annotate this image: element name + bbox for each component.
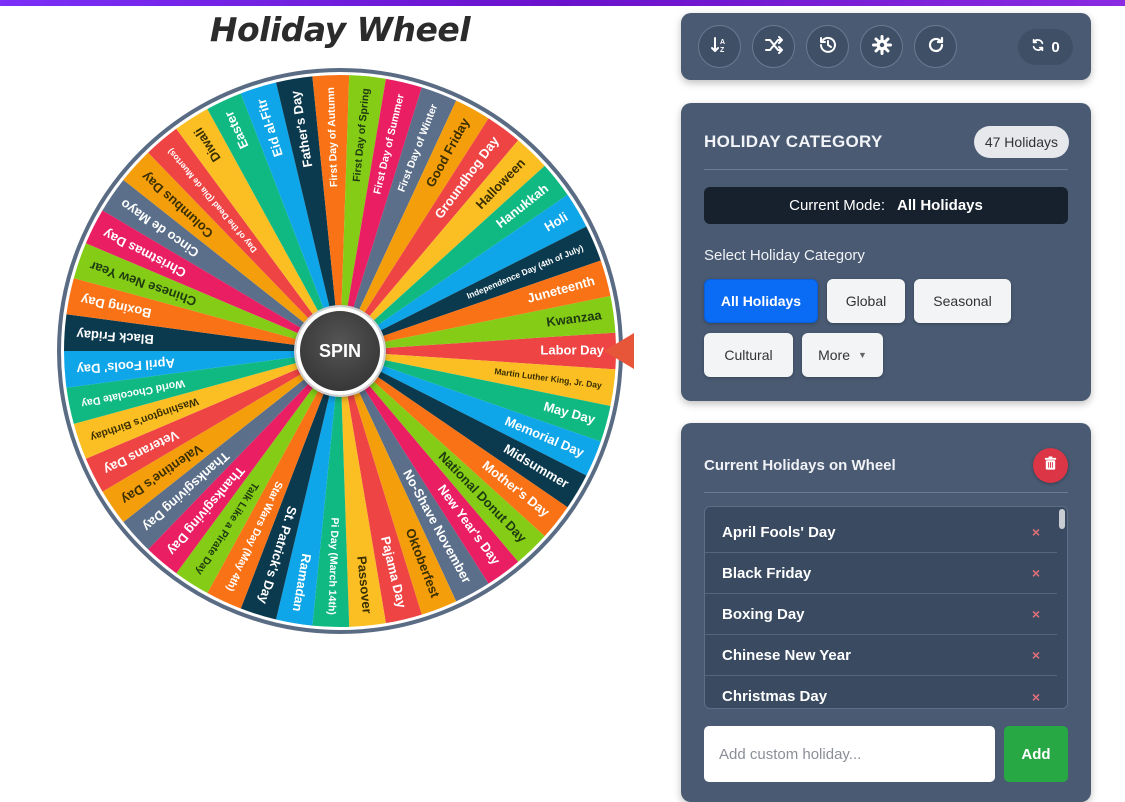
spin-counter: 0 [1018, 29, 1073, 65]
remove-icon[interactable]: × [1032, 689, 1040, 705]
holiday-name: Chinese New Year [722, 646, 851, 664]
svg-text:Z: Z [720, 47, 725, 54]
holiday-count-badge: 47 Holidays [973, 126, 1069, 158]
holiday-name: Christmas Day [722, 688, 828, 705]
wheel-pointer [604, 333, 634, 369]
remove-icon[interactable]: × [1032, 647, 1040, 663]
sync-icon [1031, 38, 1045, 56]
holiday-name: Black Friday [722, 564, 812, 582]
select-category-label: Select Holiday Category [704, 247, 865, 264]
list-scrollbar[interactable] [1057, 507, 1067, 708]
wheel-segment-label: Labor Day [540, 342, 604, 357]
holiday-name: Boxing Day [722, 605, 805, 623]
clear-all-button[interactable] [1033, 448, 1068, 483]
caret-down-icon: ▼ [857, 350, 867, 360]
holiday-list: April Fools' Day × Black Friday × Boxing… [704, 506, 1068, 709]
chip-all-holidays[interactable]: All Holidays [704, 279, 818, 323]
mode-value: All Holidays [897, 197, 983, 214]
category-title: HOLIDAY CATEGORY [704, 132, 883, 151]
history-icon [818, 35, 838, 59]
page-title: Holiday Wheel [209, 10, 471, 49]
chip-global[interactable]: Global [827, 279, 905, 323]
settings-button[interactable] [860, 25, 903, 68]
list-item: Christmas Day × [705, 676, 1058, 708]
chip-more-dropdown[interactable]: More ▼ [802, 333, 883, 377]
spin-button[interactable]: SPIN [296, 307, 384, 395]
list-item: Boxing Day × [705, 594, 1058, 635]
gear-icon [871, 34, 892, 59]
shuffle-icon [764, 35, 784, 59]
custom-holiday-input[interactable] [704, 726, 995, 782]
list-item: Black Friday × [705, 553, 1058, 594]
list-item: Chinese New Year × [705, 635, 1058, 676]
current-holidays-panel: Current Holidays on Wheel April Fools' D… [681, 423, 1091, 802]
holiday-name: April Fools' Day [722, 523, 836, 541]
list-item: April Fools' Day × [705, 512, 1058, 553]
history-button[interactable] [806, 25, 849, 68]
add-holiday-button[interactable]: Add [1004, 726, 1068, 782]
chip-seasonal[interactable]: Seasonal [914, 279, 1011, 323]
divider [704, 169, 1068, 170]
current-mode-bar: Current Mode: All Holidays [704, 187, 1068, 224]
redo-icon [926, 35, 946, 59]
remove-icon[interactable]: × [1032, 606, 1040, 622]
top-accent-bar [0, 0, 1125, 6]
trash-icon [1043, 456, 1058, 475]
sort-button[interactable]: AZ [698, 25, 741, 68]
toolbar-panel: AZ 0 [681, 13, 1091, 80]
current-holidays-title: Current Holidays on Wheel [704, 457, 896, 474]
shuffle-button[interactable] [752, 25, 795, 68]
chip-cultural[interactable]: Cultural [704, 333, 793, 377]
remove-icon[interactable]: × [1032, 524, 1040, 540]
spin-count-value: 0 [1051, 38, 1060, 56]
remove-icon[interactable]: × [1032, 565, 1040, 581]
mode-label: Current Mode: [789, 197, 885, 214]
redo-button[interactable] [914, 25, 957, 68]
svg-text:A: A [720, 39, 725, 46]
holiday-category-panel: HOLIDAY CATEGORY 47 Holidays Current Mod… [681, 103, 1091, 401]
more-label: More [818, 347, 850, 363]
divider [704, 492, 1068, 493]
sort-icon: AZ [710, 35, 730, 59]
scrollbar-thumb[interactable] [1059, 509, 1065, 529]
